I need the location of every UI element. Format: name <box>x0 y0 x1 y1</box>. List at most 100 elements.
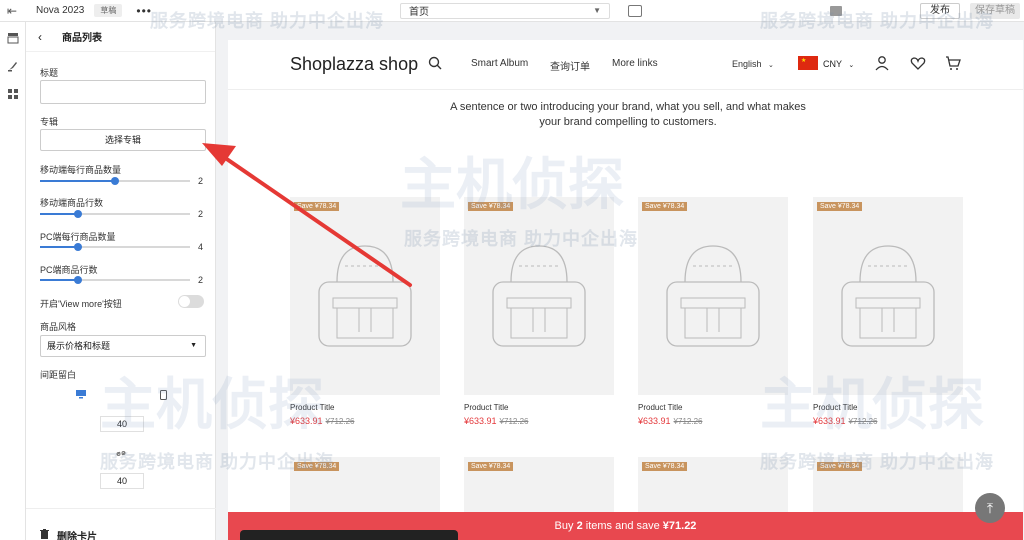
spacing-bottom-input[interactable]: 40 <box>100 473 144 489</box>
pc-per-row-label: PC端每行商品数量 <box>40 232 116 242</box>
left-rail <box>0 22 26 540</box>
product-image[interactable]: Save ¥78.34 <box>813 457 963 517</box>
nav-link-smart-album[interactable]: Smart Album <box>471 58 528 69</box>
product-old-price: ¥712.26 <box>673 417 703 426</box>
product-prices: ¥633.91 ¥712.26 <box>638 416 788 426</box>
slider-handle[interactable] <box>111 177 119 185</box>
product-title[interactable]: Product Title <box>464 403 614 412</box>
product-card[interactable]: Save ¥78.34 <box>638 457 788 517</box>
more-options-icon[interactable]: ••• <box>136 4 152 18</box>
page-selector-value: 首页 <box>409 7 429 18</box>
slider-handle[interactable] <box>73 210 82 218</box>
backpack-placeholder-icon <box>318 245 412 347</box>
user-icon[interactable] <box>874 55 890 71</box>
save-badge: Save ¥78.34 <box>642 462 688 471</box>
preview-icon[interactable] <box>628 4 642 17</box>
view-more-toggle[interactable] <box>178 295 204 308</box>
product-card[interactable]: Save ¥78.34 <box>464 457 614 517</box>
link-icon[interactable] <box>116 449 126 458</box>
trash-icon <box>40 529 49 540</box>
product-title[interactable]: Product Title <box>638 403 788 412</box>
currency-select[interactable]: CNY ⌄ <box>823 59 854 69</box>
product-price: ¥633.91 <box>813 416 846 426</box>
nav-link-order-lookup[interactable]: 查询订单 <box>550 58 590 73</box>
brand-intro-text: A sentence or two introducing your brand… <box>450 101 806 128</box>
product-image[interactable]: Save ¥78.34 <box>638 197 788 395</box>
mobile-per-row-slider[interactable] <box>40 177 190 185</box>
product-image[interactable]: Save ¥78.34 <box>638 457 788 517</box>
search-icon[interactable] <box>428 56 442 70</box>
back-to-top-icon[interactable]: ⤒ <box>975 493 1005 523</box>
slider-fill <box>40 213 78 215</box>
pc-per-row-value: 4 <box>198 242 204 252</box>
select-album-button[interactable]: 选择专辑 <box>40 129 206 151</box>
page-selector[interactable]: 首页 ▼ <box>400 2 610 19</box>
product-image[interactable]: Save ¥78.34 <box>290 197 440 395</box>
album-label: 专辑 <box>40 117 59 127</box>
product-image[interactable]: Save ¥78.34 <box>464 457 614 517</box>
language-select[interactable]: English ⌄ <box>732 59 774 69</box>
slider-handle[interactable] <box>73 243 82 251</box>
spacing-top-input[interactable]: 40 <box>100 416 144 432</box>
save-badge: Save ¥78.34 <box>294 202 340 211</box>
save-draft-button[interactable]: 保存草稿 <box>970 2 1020 19</box>
heart-icon[interactable] <box>910 55 926 71</box>
cart-icon[interactable] <box>945 55 961 71</box>
product-title[interactable]: Product Title <box>290 403 440 412</box>
mobile-rows-slider[interactable] <box>40 210 190 218</box>
pc-rows-slider[interactable] <box>40 276 190 284</box>
exit-icon[interactable]: ⇤ <box>0 4 24 18</box>
currency-value: CNY <box>823 59 842 69</box>
panel-title: 商品列表 <box>62 33 102 44</box>
product-card[interactable]: Save ¥78.34 <box>813 457 963 517</box>
product-card[interactable]: Save ¥78.34 Product Title ¥633.91 ¥712.26 <box>638 197 788 426</box>
product-prices: ¥633.91 ¥712.26 <box>290 416 440 426</box>
sections-icon[interactable] <box>7 32 19 44</box>
theme-name: Nova 2023 <box>36 5 85 16</box>
save-badge: Save ¥78.34 <box>294 462 340 471</box>
delete-card-button[interactable]: 删除卡片 <box>40 528 97 540</box>
product-image[interactable]: Save ¥78.34 <box>290 457 440 517</box>
offer-amount: ¥71.22 <box>662 520 697 532</box>
title-input[interactable] <box>40 80 206 104</box>
product-image[interactable]: Save ¥78.34 <box>813 197 963 395</box>
divider <box>26 508 216 509</box>
product-old-price: ¥712.26 <box>848 417 878 426</box>
slider-handle[interactable] <box>73 276 82 284</box>
draft-badge: 草稿 <box>94 4 123 17</box>
backpack-placeholder-icon <box>666 245 760 347</box>
apps-icon[interactable] <box>7 88 19 100</box>
mobile-icon[interactable] <box>160 390 170 400</box>
nav-link-more[interactable]: More links <box>612 58 658 69</box>
product-title[interactable]: Product Title <box>813 403 963 412</box>
product-price: ¥633.91 <box>638 416 671 426</box>
product-card[interactable]: Save ¥78.34 Product Title ¥633.91 ¥712.26 <box>290 197 440 426</box>
product-card[interactable]: Save ¥78.34 Product Title ¥633.91 ¥712.26 <box>813 197 963 426</box>
product-card[interactable]: Save ¥78.34 Product Title ¥633.91 ¥712.26 <box>464 197 614 426</box>
product-card[interactable]: Save ¥78.34 <box>290 457 440 517</box>
chevron-down-icon: ⌄ <box>848 62 855 69</box>
store-logo[interactable]: Shoplazza shop <box>290 54 418 75</box>
product-old-price: ¥712.26 <box>499 417 529 426</box>
product-prices: ¥633.91 ¥712.26 <box>813 416 963 426</box>
save-badge: Save ¥78.34 <box>817 202 863 211</box>
offer-text-mid: items and save <box>582 520 663 532</box>
product-image[interactable]: Save ¥78.34 <box>464 197 614 395</box>
brush-icon[interactable] <box>7 60 19 72</box>
back-icon[interactable]: ‹ <box>38 30 42 44</box>
desktop-icon[interactable] <box>76 390 86 399</box>
backpack-placeholder-icon <box>841 245 935 347</box>
chevron-down-icon: ⌄ <box>768 62 774 69</box>
product-style-select[interactable]: 展示价格和标题 ▼ <box>40 335 206 357</box>
desktop-icon[interactable] <box>830 5 842 16</box>
language-value: English <box>732 59 762 69</box>
china-flag-icon: ★ <box>798 56 818 70</box>
publish-button[interactable]: 发布 <box>920 2 960 19</box>
bottom-panel-edge <box>240 530 458 540</box>
view-more-label: 开启'View more'按钮 <box>40 299 122 309</box>
product-price: ¥633.91 <box>290 416 323 426</box>
backpack-placeholder-icon <box>492 245 586 347</box>
pc-per-row-slider[interactable] <box>40 243 190 251</box>
bundle-offer-bar[interactable]: Buy 2 items and save ¥71.22 <box>228 512 1023 540</box>
mobile-per-row-value: 2 <box>198 176 204 186</box>
